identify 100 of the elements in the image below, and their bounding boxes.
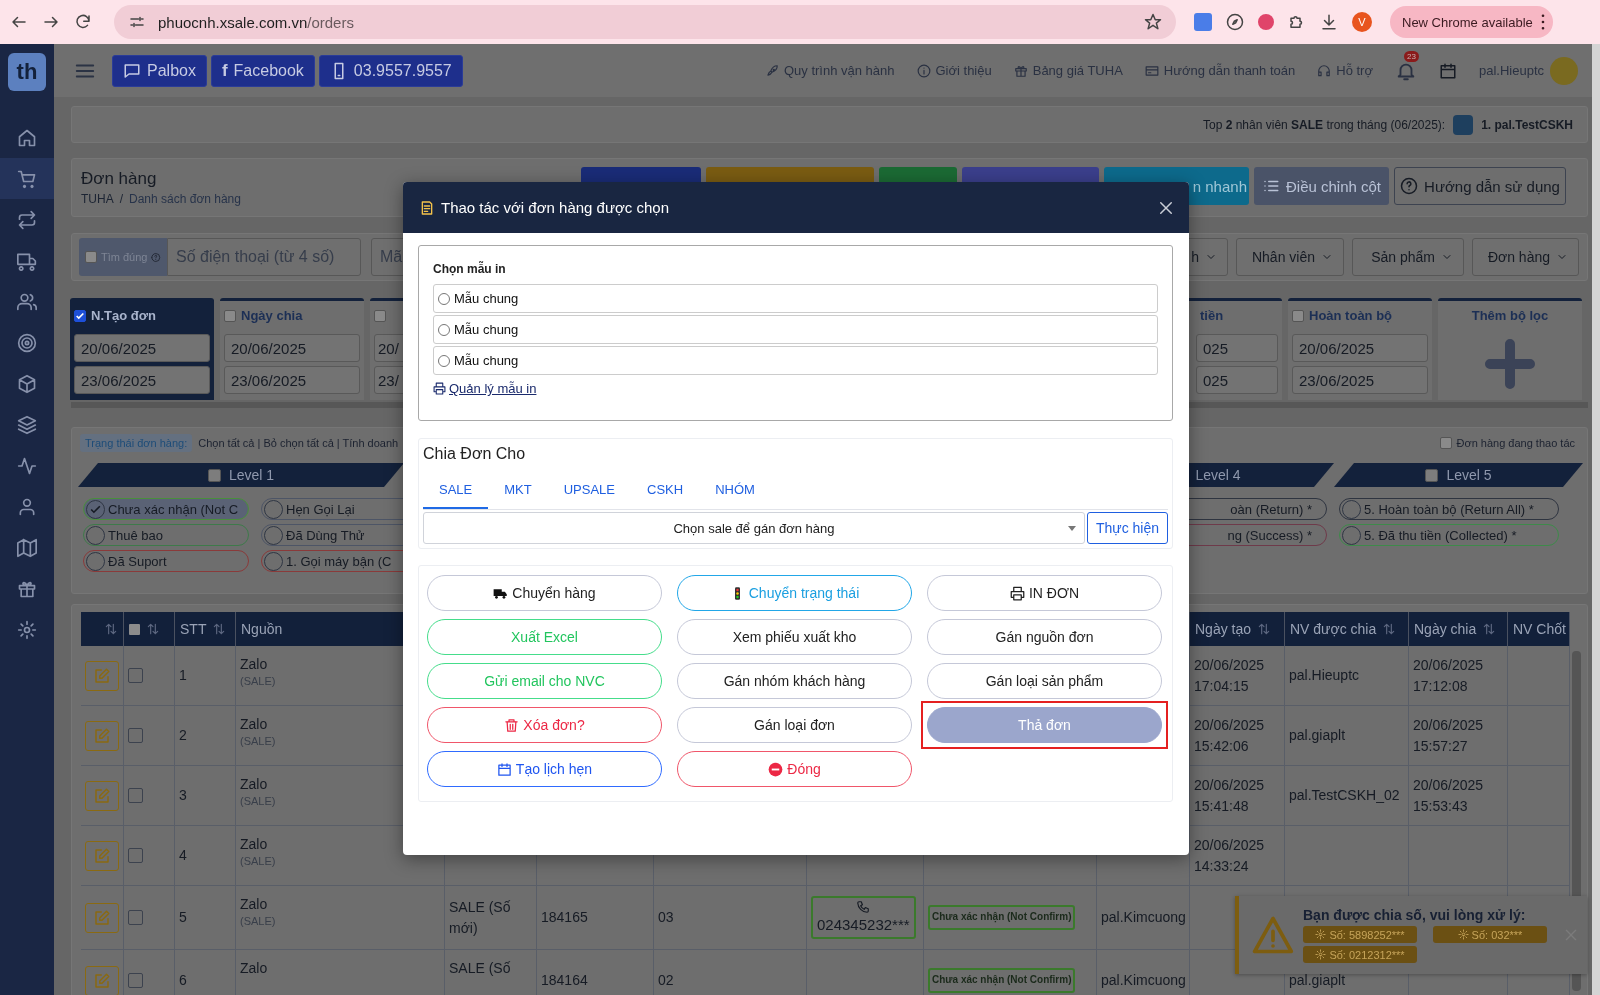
toolbar-button[interactable]: Hướng dẫn sử dụng bbox=[1394, 167, 1566, 205]
action-button[interactable]: Chuyển hàng bbox=[427, 575, 662, 611]
column-header[interactable]: NV Chốt bbox=[1508, 612, 1570, 646]
profile-avatar[interactable]: V bbox=[1352, 12, 1372, 32]
number-chip[interactable]: Số: 032*** bbox=[1433, 926, 1547, 943]
column-header[interactable] bbox=[124, 612, 175, 646]
address-bar[interactable]: phuocnh.xsale.com.vn/orders bbox=[114, 5, 1176, 39]
sale-select[interactable]: Chọn sale để gán đơn hàng bbox=[423, 512, 1085, 544]
status-toggle[interactable]: 5. Đã thu tiền (Collected) * bbox=[1339, 524, 1559, 546]
star-icon[interactable] bbox=[1144, 13, 1162, 31]
compass-icon[interactable] bbox=[1226, 13, 1244, 31]
action-button[interactable]: Gán loại đơn bbox=[677, 707, 912, 743]
header-button[interactable]: f Facebook bbox=[210, 54, 315, 87]
select-all-checkbox[interactable] bbox=[129, 623, 140, 635]
phone-field[interactable]: Số điện thoại (từ 4 số) bbox=[167, 238, 361, 276]
update-button[interactable]: New Chrome available bbox=[1390, 6, 1553, 38]
number-chip[interactable]: Số: 0212312*** bbox=[1303, 946, 1417, 963]
table-cell: pal.Kimcuong bbox=[1097, 886, 1190, 950]
date-field[interactable]: 20/06/2025 bbox=[1292, 334, 1428, 362]
manage-templates-link[interactable]: Quản lý mẫu in bbox=[433, 381, 537, 396]
checkbox[interactable] bbox=[374, 309, 386, 322]
breadcrumb-item[interactable]: TUHA bbox=[81, 192, 114, 206]
template-option[interactable]: Mẫu chung bbox=[433, 346, 1158, 375]
action-button[interactable]: Xem phiếu xuất kho bbox=[677, 619, 912, 655]
date-field[interactable]: 025 bbox=[1196, 366, 1278, 394]
checkbox[interactable] bbox=[224, 309, 236, 322]
action-button[interactable]: Gán loại sản phẩm bbox=[927, 663, 1162, 699]
header-link[interactable]: Hướng dẫn thanh toán bbox=[1144, 63, 1296, 78]
status-toggle[interactable]: 5. Hoàn toàn bộ (Return All) * bbox=[1339, 498, 1559, 520]
template-option[interactable]: Mẫu chung bbox=[433, 284, 1158, 313]
download-icon[interactable] bbox=[1320, 13, 1338, 31]
action-button[interactable]: Gán nguồn đơn bbox=[927, 619, 1162, 655]
header-link[interactable]: Bảng giá TUHA bbox=[1013, 63, 1123, 78]
row-checkbox[interactable] bbox=[128, 848, 143, 863]
column-header[interactable]: NV được chia bbox=[1285, 612, 1409, 646]
column-header[interactable]: STT bbox=[175, 612, 236, 646]
action-button[interactable]: IN ĐƠN bbox=[927, 575, 1162, 611]
app-logo[interactable]: th bbox=[8, 53, 46, 91]
tab[interactable]: UPSALE bbox=[547, 471, 631, 509]
date-field[interactable]: 20/06/2025 bbox=[224, 334, 360, 362]
status-toggle[interactable]: Đã Suport bbox=[83, 550, 249, 572]
filter-dropdown[interactable]: Sản phẩm bbox=[1352, 238, 1464, 276]
reload-icon[interactable] bbox=[74, 13, 92, 31]
checkbox[interactable] bbox=[1425, 468, 1439, 482]
date-field[interactable]: 23/06/2025 bbox=[224, 366, 360, 394]
calendar-icon[interactable] bbox=[1438, 61, 1457, 80]
row-checkbox[interactable] bbox=[128, 910, 143, 925]
column-header[interactable]: Ngày chia bbox=[1409, 612, 1508, 646]
breadcrumb-item[interactable]: Danh sách đơn hàng bbox=[129, 192, 241, 206]
header-link[interactable]: Hỗ trợ bbox=[1317, 63, 1373, 78]
phone-badge[interactable]: 024345232*** bbox=[811, 895, 916, 940]
sidebar-item[interactable] bbox=[0, 158, 54, 199]
status-actions[interactable]: Chọn tất cả | Bỏ chọn tất cả | Tính doanh bbox=[198, 437, 399, 449]
checkbox[interactable] bbox=[85, 251, 97, 263]
header-link[interactable]: Quy trình vận hành bbox=[764, 63, 895, 78]
table-cell: 2 bbox=[175, 706, 236, 766]
user-name[interactable]: pal.Hieuptc bbox=[1478, 63, 1544, 78]
header-button[interactable]: Palbox bbox=[112, 54, 207, 87]
row-checkbox[interactable] bbox=[128, 668, 143, 683]
action-button[interactable]: Thả đơn bbox=[927, 707, 1162, 743]
column-header[interactable] bbox=[81, 612, 124, 646]
date-field[interactable]: 23/06/2025 bbox=[74, 366, 210, 394]
page-title: Đơn hàng bbox=[81, 169, 158, 189]
sort-icon bbox=[1257, 622, 1272, 636]
add-filter-panel[interactable]: Thêm bộ lọc bbox=[1438, 298, 1582, 400]
status-toggle[interactable]: Chưa xác nhận (Not C bbox=[83, 498, 249, 520]
toolbar-button[interactable]: Điều chỉnh cột bbox=[1254, 167, 1389, 205]
action-button[interactable]: Gán nhóm khách hàng bbox=[677, 663, 912, 699]
action-button[interactable]: Tạo lịch hẹn bbox=[427, 751, 662, 787]
tab[interactable]: MKT bbox=[488, 471, 548, 509]
checkbox[interactable] bbox=[74, 309, 86, 322]
tab[interactable]: CSKH bbox=[631, 471, 700, 509]
checkbox[interactable] bbox=[1292, 309, 1304, 322]
more-icon bbox=[1540, 14, 1545, 30]
tab[interactable]: NHÓM bbox=[699, 471, 771, 509]
action-button[interactable]: Chuyển trạng thái bbox=[677, 575, 912, 611]
template-option[interactable]: Mẫu chung bbox=[433, 315, 1158, 344]
action-button[interactable]: Gửi email cho NVC bbox=[427, 663, 662, 699]
date-field[interactable]: 23/06/2025 bbox=[1292, 366, 1428, 394]
header-link[interactable]: Giới thiệu bbox=[916, 63, 992, 78]
extension-icon[interactable] bbox=[1258, 14, 1274, 30]
checkbox[interactable] bbox=[1440, 437, 1453, 449]
filter-dropdown[interactable]: Nhân viên bbox=[1236, 238, 1344, 276]
checkbox[interactable] bbox=[207, 468, 221, 482]
row-checkbox[interactable] bbox=[128, 973, 143, 988]
column-header[interactable]: Ngày tạo bbox=[1190, 612, 1285, 646]
repeat-icon bbox=[17, 209, 37, 230]
date-field[interactable]: 20/06/2025 bbox=[74, 334, 210, 362]
status-toggle[interactable]: Thuê bao bbox=[83, 524, 249, 546]
date-field[interactable]: 025 bbox=[1196, 334, 1278, 362]
tab[interactable]: SALE bbox=[423, 471, 489, 509]
submit-button[interactable]: Thực hiện bbox=[1087, 512, 1168, 544]
number-chip[interactable]: Số: 5898252*** bbox=[1303, 926, 1417, 943]
action-button[interactable]: Xuất Excel bbox=[427, 619, 662, 655]
action-button[interactable]: Đóng bbox=[677, 751, 912, 787]
action-button[interactable]: Xóa đơn? bbox=[427, 707, 662, 743]
filter-dropdown[interactable]: Đơn hàng bbox=[1472, 238, 1579, 276]
header-button[interactable]: 03.9557.9557 bbox=[318, 54, 463, 87]
row-checkbox[interactable] bbox=[128, 728, 143, 743]
row-checkbox[interactable] bbox=[128, 788, 143, 803]
